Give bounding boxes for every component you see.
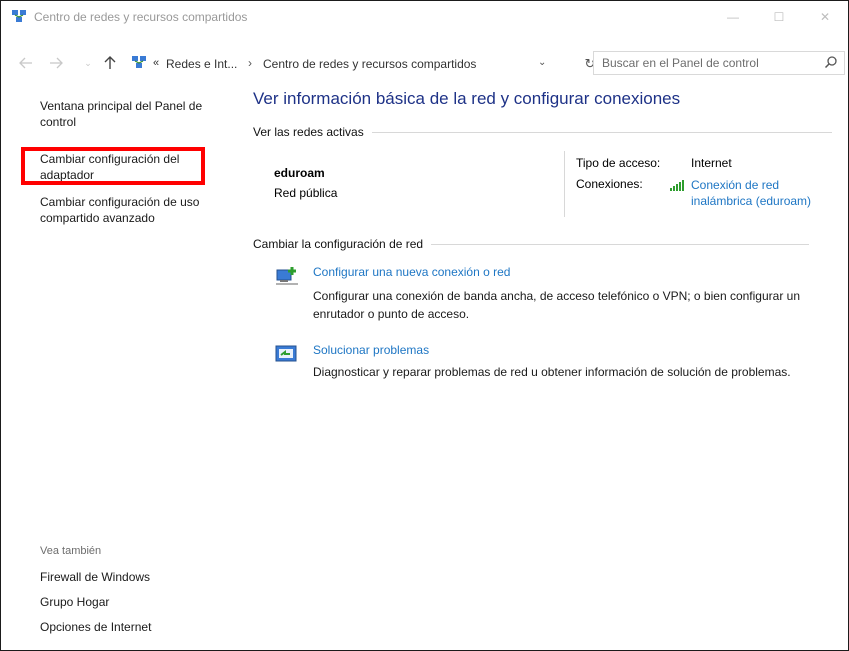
setup-new-connection-description: Configurar una conexión de banda ancha, … <box>313 289 800 321</box>
back-button[interactable] <box>15 53 37 73</box>
up-button[interactable] <box>99 53 121 73</box>
connections-label: Conexiones: <box>576 177 643 191</box>
access-type-label: Tipo de acceso: <box>576 156 661 170</box>
homegroup-link[interactable]: Grupo Hogar <box>40 595 109 609</box>
network-app-icon <box>12 10 26 22</box>
search-input[interactable]: Buscar en el Panel de control <box>593 51 845 75</box>
section-divider <box>371 131 832 133</box>
search-placeholder: Buscar en el Panel de control <box>602 56 759 70</box>
maximize-button[interactable]: ☐ <box>756 1 802 33</box>
network-name: eduroam <box>274 166 325 180</box>
setup-new-connection-link[interactable]: Configurar una nueva conexión o red <box>313 265 510 279</box>
change-settings-heading: Cambiar la configuración de red <box>253 237 424 251</box>
arrow-left-icon <box>19 57 32 69</box>
windows-firewall-link[interactable]: Firewall de Windows <box>40 570 150 584</box>
active-networks-heading: Ver las redes activas <box>253 125 364 139</box>
forward-button[interactable] <box>45 53 67 73</box>
arrow-up-icon <box>104 56 116 69</box>
troubleshoot-icon <box>275 345 297 362</box>
breadcrumb-separator-icon[interactable]: › <box>248 56 252 70</box>
address-row: ⌄ « Redes e Int... › Centro de redes y r… <box>1 49 848 77</box>
change-settings-section: Cambiar la configuración de red <box>253 237 810 251</box>
network-sharing-center-window: Centro de redes y recursos compartidos —… <box>0 0 849 651</box>
page-title: Ver información básica de la red y confi… <box>253 89 681 108</box>
breadcrumb[interactable]: « Redes e Int... › Centro de redes y rec… <box>123 51 579 75</box>
section-divider <box>431 243 810 245</box>
breadcrumb-network-internet[interactable]: Redes e Int... <box>166 57 237 71</box>
title-bar: Centro de redes y recursos compartidos —… <box>1 1 848 33</box>
network-location-icon <box>132 56 146 68</box>
breadcrumb-overflow[interactable]: « <box>153 57 159 69</box>
address-dropdown-icon[interactable]: ⌄ <box>538 57 546 68</box>
chevron-down-icon: ⌄ <box>84 57 92 68</box>
see-also-heading: Vea también <box>40 545 102 557</box>
wireless-connection-link[interactable]: Conexión de red inalámbrica (eduroam) <box>691 177 841 209</box>
window-title: Centro de redes y recursos compartidos <box>34 10 248 24</box>
close-button[interactable]: ✕ <box>802 1 848 33</box>
minimize-icon: — <box>727 10 739 24</box>
close-icon: ✕ <box>819 10 831 24</box>
network-type: Red pública <box>274 186 338 200</box>
advanced-sharing-settings-link[interactable]: Cambiar configuración de uso compartido … <box>40 194 230 226</box>
troubleshoot-link[interactable]: Solucionar problemas <box>313 343 429 357</box>
left-pane: Ventana principal del Panel de control C… <box>1 79 231 649</box>
minimize-button[interactable]: — <box>710 1 756 33</box>
access-type-value: Internet <box>691 156 732 170</box>
control-panel-home-link[interactable]: Ventana principal del Panel de control <box>40 98 230 130</box>
arrow-right-icon <box>50 57 63 69</box>
search-icon[interactable] <box>824 55 838 69</box>
active-networks-section: Ver las redes activas <box>253 125 832 139</box>
new-connection-icon <box>276 267 298 285</box>
vertical-divider <box>564 151 565 217</box>
wifi-signal-icon <box>670 180 684 191</box>
breadcrumb-network-center[interactable]: Centro de redes y recursos compartidos <box>263 57 476 71</box>
highlight-box <box>21 147 205 185</box>
troubleshoot-description: Diagnosticar y reparar problemas de red … <box>313 365 791 379</box>
recent-locations-button[interactable]: ⌄ <box>77 53 99 73</box>
internet-options-link[interactable]: Opciones de Internet <box>40 620 151 634</box>
maximize-icon: ☐ <box>773 10 785 24</box>
